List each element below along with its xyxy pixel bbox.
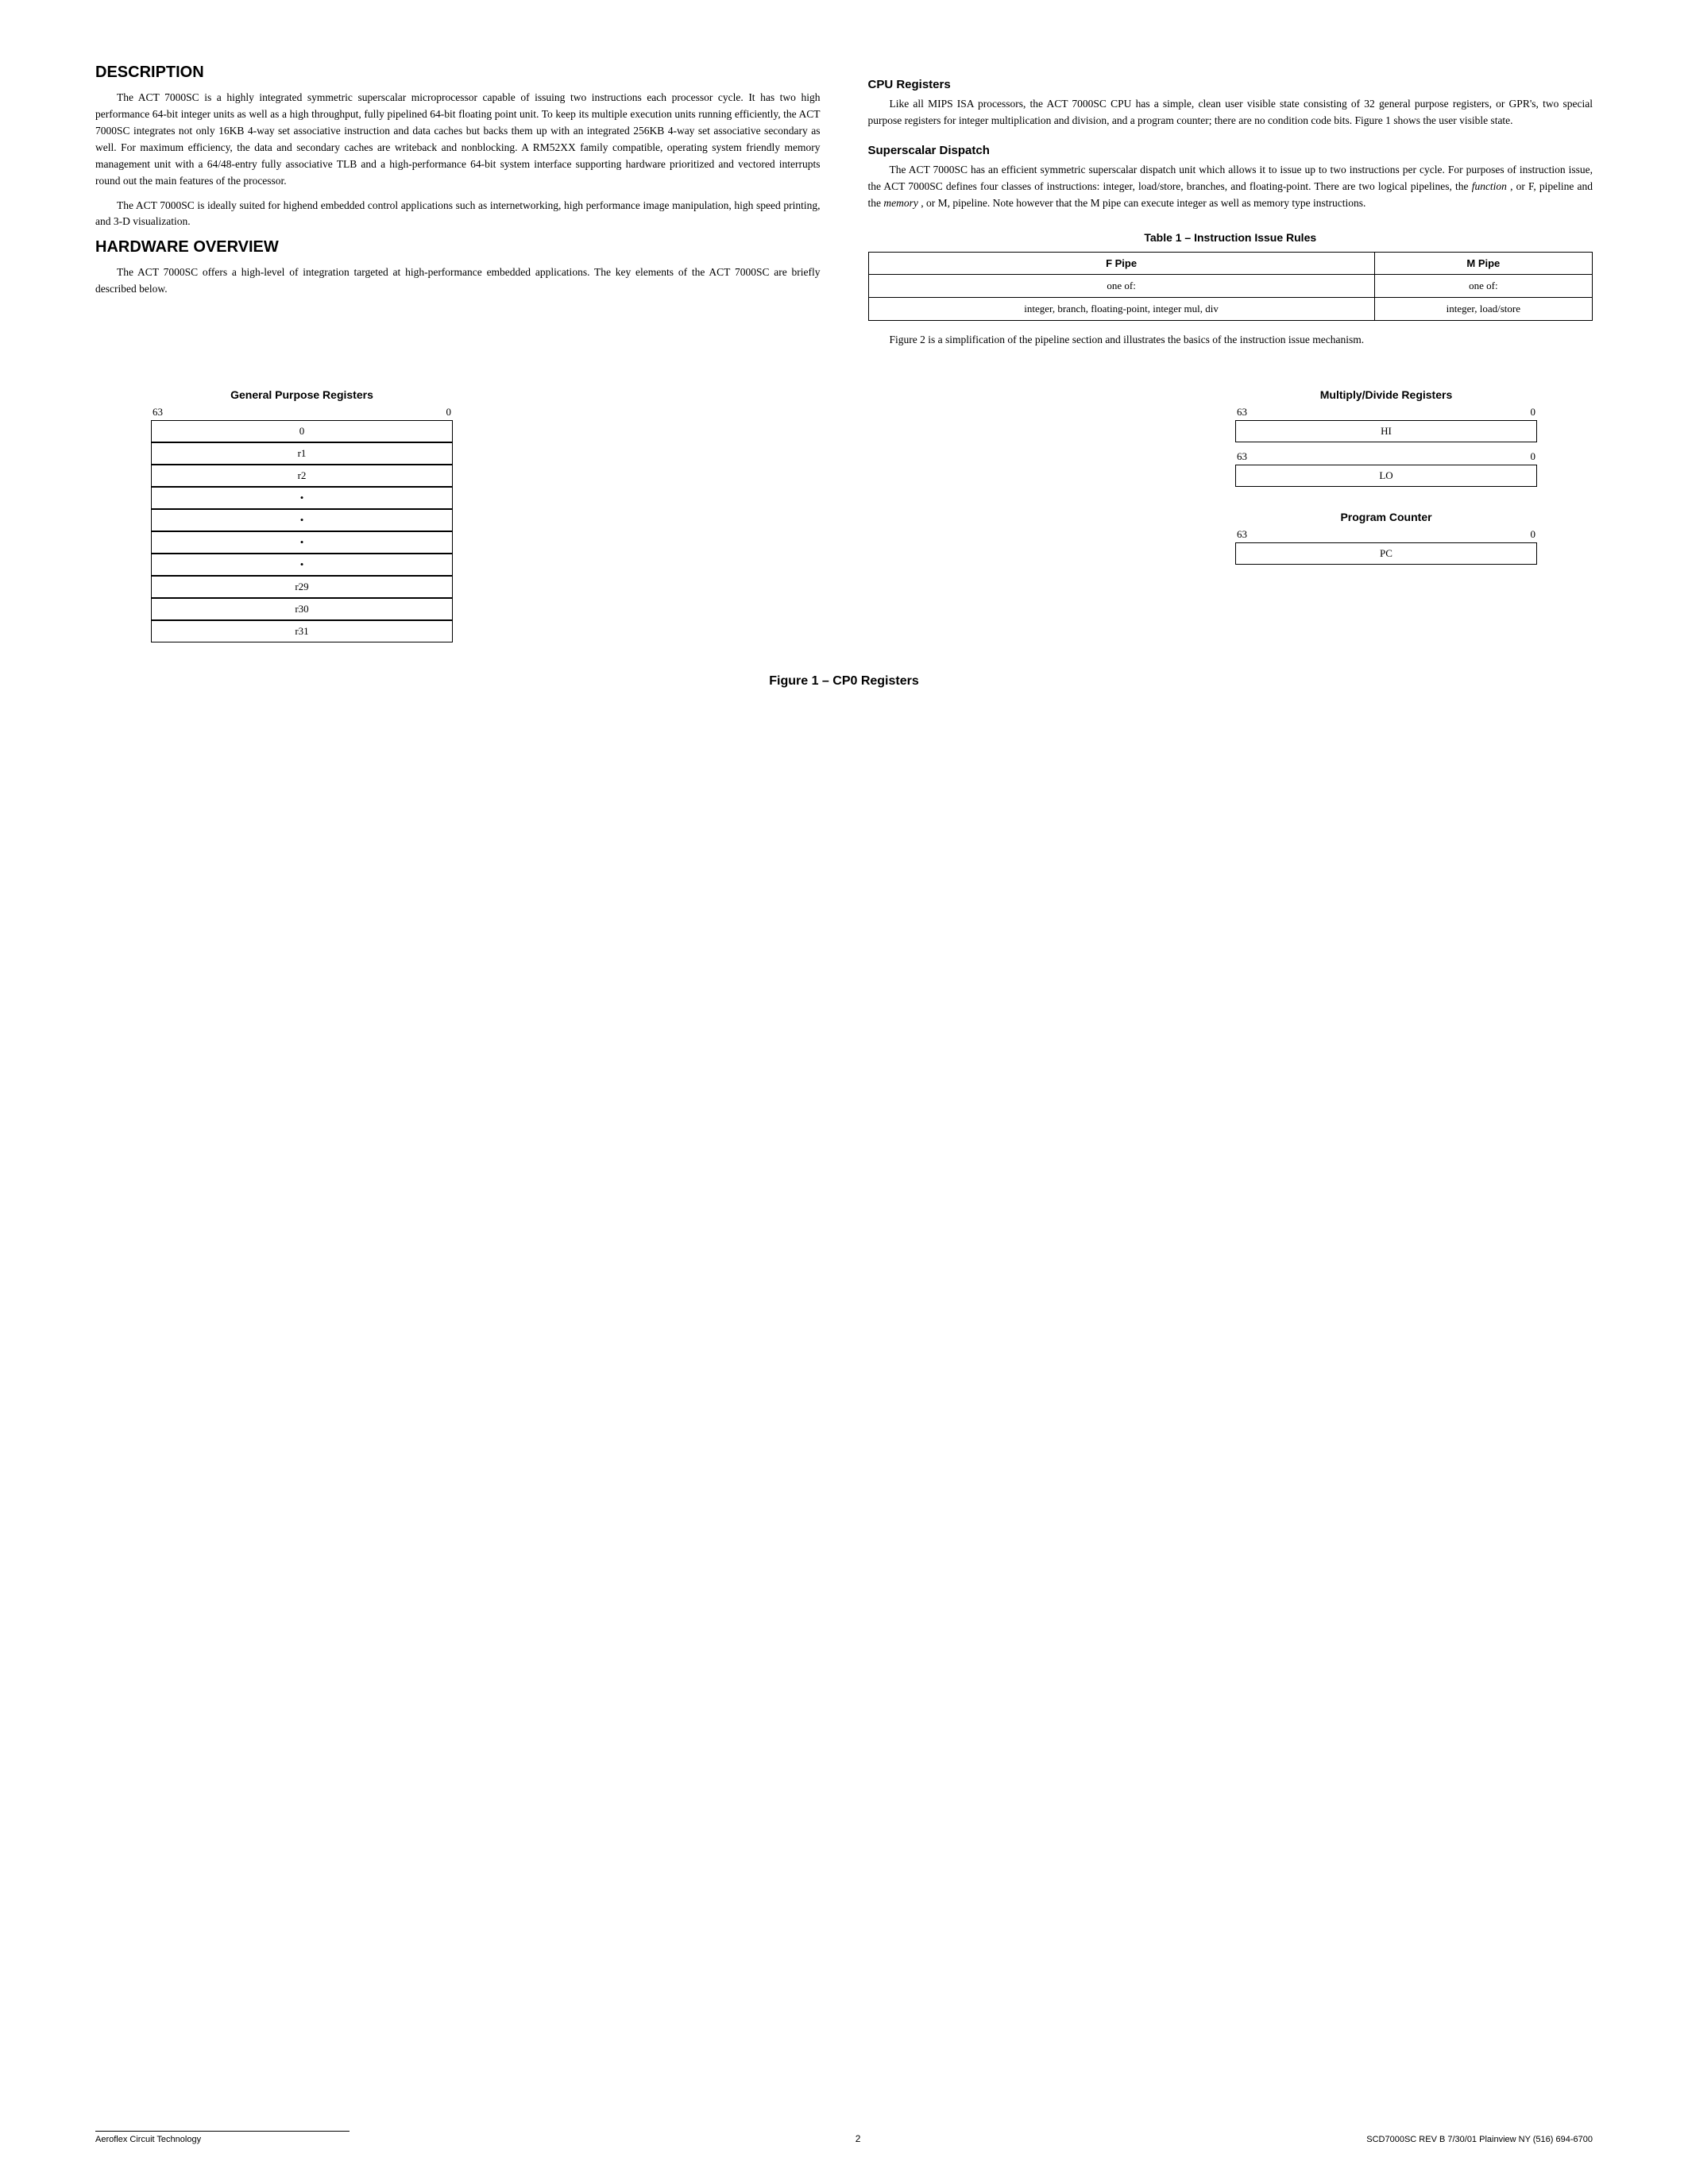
table-note-para: Figure 2 is a simplification of the pipe… xyxy=(868,332,1593,349)
footer: Aeroflex Circuit Technology 2 SCD7000SC … xyxy=(95,2131,1593,2144)
table-cell-m-row1: one of: xyxy=(1374,274,1592,297)
gpr-row-dot2: • xyxy=(151,509,453,531)
multiply-divide-label: Multiply/Divide Registers xyxy=(1320,388,1452,401)
hardware-overview-title: Hardware Overview xyxy=(95,238,821,257)
table-cell-f-row1: one of: xyxy=(868,274,1374,297)
description-para2: The ACT 7000SC is ideally suited for hig… xyxy=(95,198,821,231)
gpr-row-dot1: • xyxy=(151,487,453,509)
gpr-diagram: General Purpose Registers 63 0 0 r1 r2 •… xyxy=(95,388,508,642)
footer-company: Aeroflex Circuit Technology xyxy=(95,2131,350,2144)
figure-caption: Figure 1 – CP0 Registers xyxy=(95,674,1593,689)
pc-rows: PC xyxy=(1235,542,1537,565)
diagrams-row: General Purpose Registers 63 0 0 r1 r2 •… xyxy=(95,388,1593,642)
gpr-row-r30: r30 xyxy=(151,598,453,620)
gpr-label: General Purpose Registers xyxy=(230,388,373,401)
gpr-row-r29: r29 xyxy=(151,576,453,598)
table-col-mpipe: M Pipe xyxy=(1374,252,1592,274)
gpr-row-r31: r31 xyxy=(151,620,453,642)
gpr-bit-labels: 63 0 xyxy=(151,406,453,419)
diagrams-section: General Purpose Registers 63 0 0 r1 r2 •… xyxy=(95,388,1593,642)
gpr-row-dot3: • xyxy=(151,531,453,554)
table-cell-m-row2: integer, load/store xyxy=(1374,297,1592,320)
pc-bit-labels: 63 0 xyxy=(1235,528,1537,541)
gpr-row-r1: r1 xyxy=(151,442,453,465)
cpu-registers-title: CPU Registers xyxy=(868,78,1593,91)
footer-doc-info: SCD7000SC REV B 7/30/01 Plainview NY (51… xyxy=(1366,2135,1593,2144)
gpr-bit-right: 0 xyxy=(446,406,452,419)
lo-bit-right: 0 xyxy=(1531,450,1536,463)
left-column: Description The ACT 7000SC is a highly i… xyxy=(95,64,821,357)
table-row: one of: one of: xyxy=(868,274,1593,297)
gpr-bit-left: 63 xyxy=(153,406,163,419)
right-diagrams: Multiply/Divide Registers 63 0 HI 63 0 xyxy=(1180,388,1593,565)
superscalar-dispatch-para1: The ACT 7000SC has an efficient symmetri… xyxy=(868,162,1593,212)
table-col-fpipe: F Pipe xyxy=(868,252,1374,274)
gpr-row-r2: r2 xyxy=(151,465,453,487)
table-cell-f-row2: integer, branch, floating-point, integer… xyxy=(868,297,1374,320)
table1-caption: Table 1 – Instruction Issue Rules xyxy=(868,231,1593,244)
multiply-divide-diagram: Multiply/Divide Registers 63 0 HI 63 0 xyxy=(1180,388,1593,487)
instruction-issue-table: F Pipe M Pipe one of: one of: integer, b… xyxy=(868,252,1593,321)
superscalar-dispatch-title: Superscalar Dispatch xyxy=(868,144,1593,157)
footer-page-number: 2 xyxy=(856,2133,861,2144)
gpr-row-dot4: • xyxy=(151,554,453,576)
lo-rows: LO xyxy=(1235,465,1537,487)
program-counter-diagram: Program Counter 63 0 PC xyxy=(1180,511,1593,565)
gpr-rows: 0 r1 r2 • • • • r29 r30 r31 xyxy=(151,420,453,642)
description-para1: The ACT 7000SC is a highly integrated sy… xyxy=(95,90,821,190)
hardware-overview-para1: The ACT 7000SC offers a high-level of in… xyxy=(95,264,821,298)
program-counter-label: Program Counter xyxy=(1340,511,1431,523)
hi-register: HI xyxy=(1235,420,1537,442)
function-italic: function xyxy=(1472,180,1507,192)
page: Description The ACT 7000SC is a highly i… xyxy=(0,0,1688,2184)
description-title: Description xyxy=(95,64,821,82)
pc-bit-left: 63 xyxy=(1237,528,1247,541)
memory-italic: memory xyxy=(883,197,918,209)
hi-bit-labels: 63 0 xyxy=(1235,406,1537,419)
hi-bit-left: 63 xyxy=(1237,406,1247,419)
right-column: CPU Registers Like all MIPS ISA processo… xyxy=(868,64,1593,357)
main-content: Description The ACT 7000SC is a highly i… xyxy=(95,64,1593,357)
hi-bit-right: 0 xyxy=(1531,406,1536,419)
pc-register: PC xyxy=(1235,542,1537,565)
lo-bit-left: 63 xyxy=(1237,450,1247,463)
table-row: integer, branch, floating-point, integer… xyxy=(868,297,1593,320)
gpr-row-0: 0 xyxy=(151,420,453,442)
cpu-registers-para1: Like all MIPS ISA processors, the ACT 70… xyxy=(868,96,1593,129)
md-rows: HI xyxy=(1235,420,1537,442)
lo-bit-labels: 63 0 xyxy=(1235,450,1537,463)
lo-register: LO xyxy=(1235,465,1537,487)
pc-bit-right: 0 xyxy=(1531,528,1536,541)
